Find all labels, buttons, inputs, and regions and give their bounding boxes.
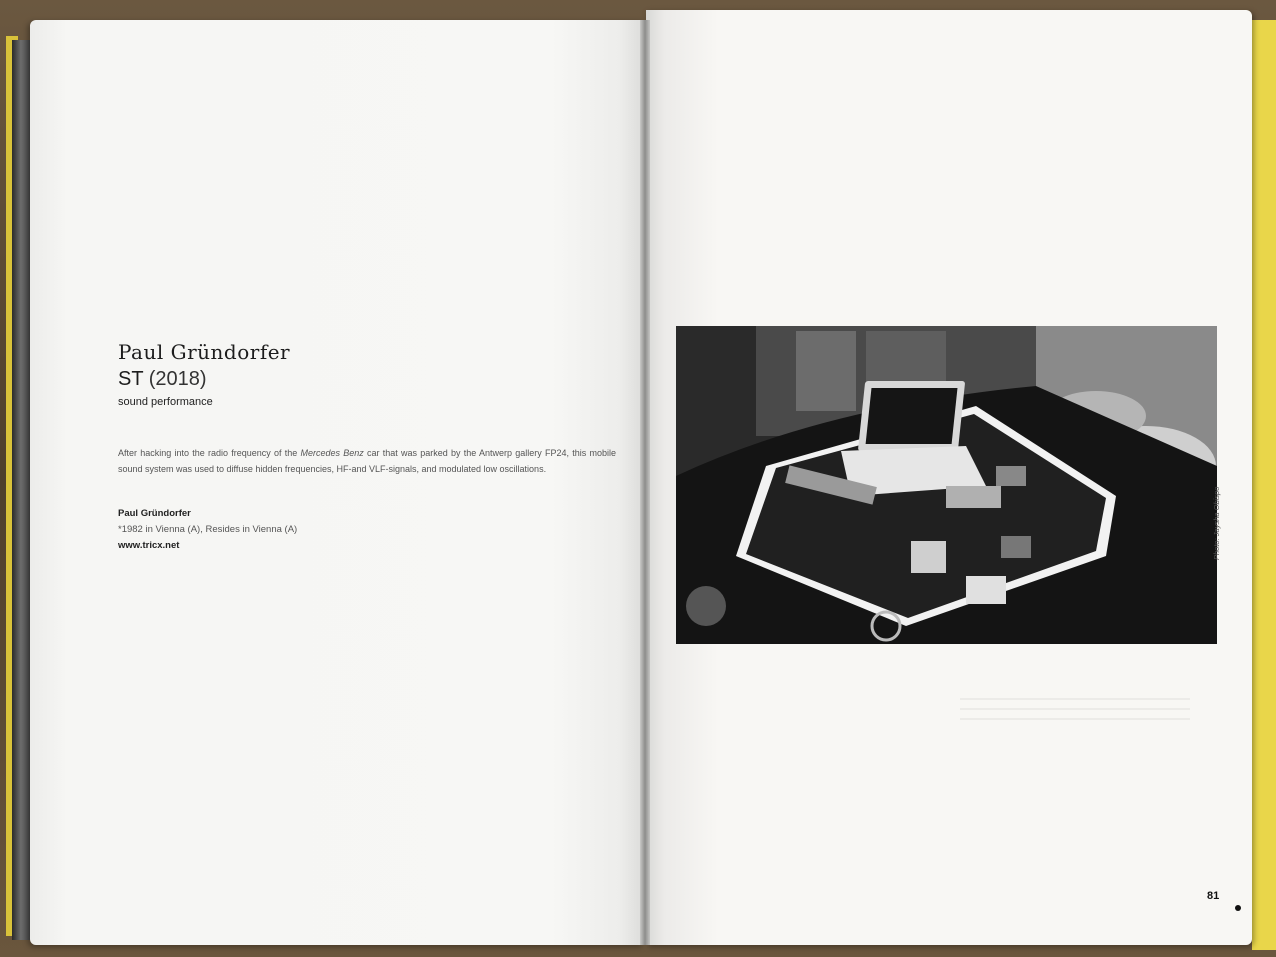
performance-photo [676, 326, 1217, 644]
bio-artist-name: Paul Gründorfer [118, 508, 191, 519]
bio-birth-residence: *1982 in Vienna (A), Resides in Vienna (… [118, 524, 298, 535]
artist-website-link[interactable]: www.tricx.net [118, 540, 179, 551]
description-car-name: Mercedes Benz [300, 448, 364, 458]
book-gutter [640, 20, 650, 945]
work-medium: sound performance [118, 396, 213, 408]
show-through-text [960, 690, 1190, 740]
page-dot [1235, 905, 1241, 911]
work-description: After hacking into the radio frequency o… [118, 445, 616, 477]
photo-credit: Photo: Jaysha Obispo [1212, 486, 1221, 560]
work-year: (2018) [148, 368, 207, 390]
left-page [30, 20, 644, 945]
work-title: ST (2018) [118, 368, 207, 391]
book-cover-edge-right [1252, 20, 1276, 950]
description-text-1: After hacking into the radio frequency o… [118, 448, 301, 458]
work-title-text: ST [118, 368, 144, 390]
page-number: 81 [1207, 890, 1220, 902]
artist-name: Paul Gründorfer [118, 340, 291, 364]
